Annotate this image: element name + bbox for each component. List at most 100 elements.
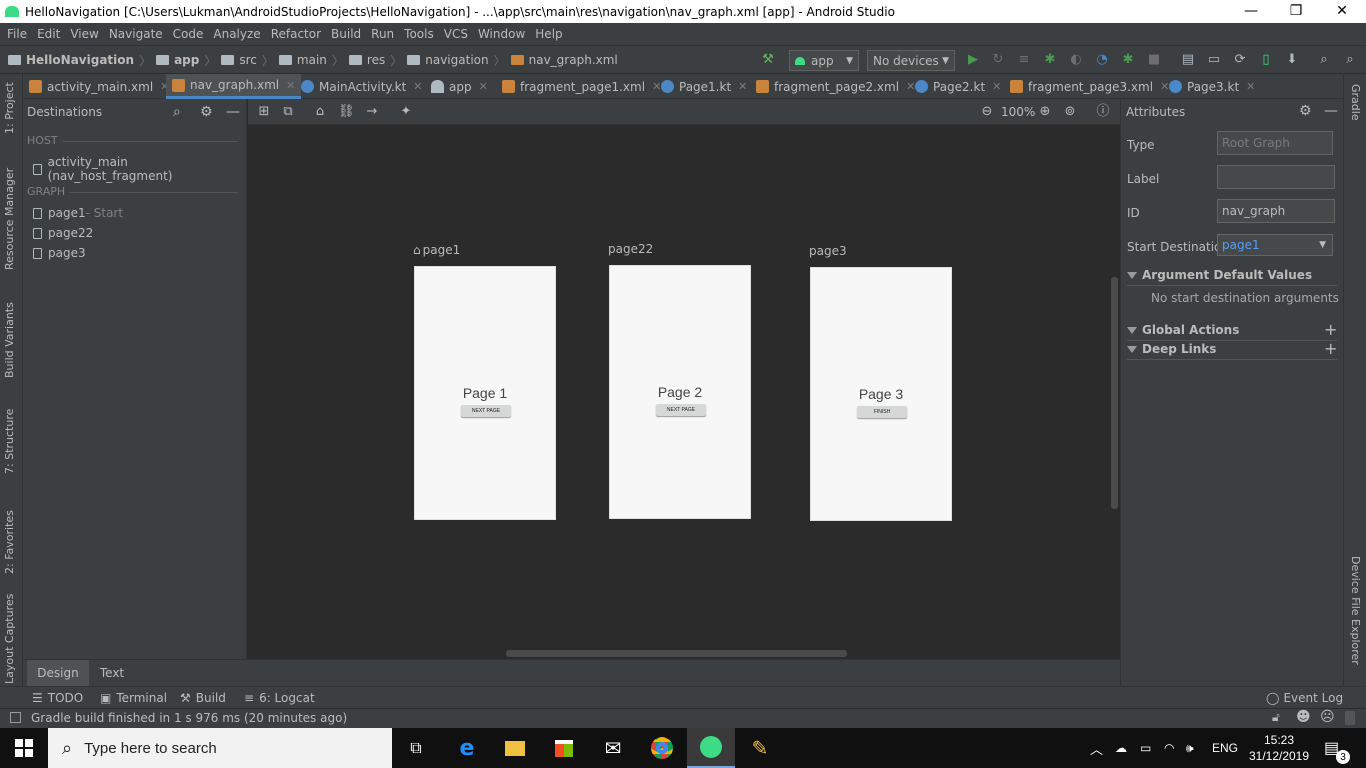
wifi-icon[interactable]: ◠: [1164, 728, 1174, 768]
lock-icon[interactable]: 🔓︎: [1272, 710, 1280, 725]
avd-manager-icon[interactable]: ▯: [1258, 52, 1274, 68]
close-tab-icon[interactable]: ✕: [906, 80, 915, 93]
language-indicator[interactable]: ENG: [1212, 728, 1238, 768]
battery-icon[interactable]: ▭: [1140, 728, 1151, 768]
close-tab-icon[interactable]: ✕: [413, 80, 422, 93]
apply-code-changes-icon[interactable]: ≡: [1016, 52, 1032, 68]
sad-feedback-icon[interactable]: ☹: [1320, 709, 1335, 725]
structure-tool-tab[interactable]: 7: Structure: [3, 409, 16, 474]
android-studio-taskbar-icon[interactable]: [687, 728, 735, 768]
menu-vcs[interactable]: VCS: [439, 23, 473, 45]
menu-file[interactable]: File: [2, 23, 32, 45]
restore-button[interactable]: ❐: [1273, 0, 1319, 23]
menu-analyze[interactable]: Analyze: [208, 23, 265, 45]
tab-fragment-page2-xml[interactable]: fragment_page2.xml ✕: [756, 74, 915, 99]
resource-manager-tool-tab[interactable]: Resource Manager: [3, 168, 16, 270]
new-destination-icon[interactable]: ⊞: [256, 104, 272, 120]
tab-fragment-page1-xml[interactable]: fragment_page1.xml ✕: [502, 74, 661, 99]
gradle-tool-tab[interactable]: Gradle: [1349, 84, 1362, 121]
breadcrumb-app[interactable]: app: [174, 53, 199, 67]
deep-link-icon[interactable]: ⛓: [338, 104, 355, 120]
destination-preview-page22[interactable]: Page 2 NEXT PAGE: [609, 265, 751, 519]
menu-refactor[interactable]: Refactor: [266, 23, 326, 45]
destination-label-page22[interactable]: page22: [608, 242, 653, 256]
toggle-tool-windows-icon[interactable]: [10, 712, 21, 723]
memory-indicator-icon[interactable]: [1345, 711, 1355, 725]
tab-design[interactable]: Design: [27, 660, 89, 686]
close-tab-icon[interactable]: ✕: [286, 79, 295, 92]
make-project-hammer-icon[interactable]: ⚒: [760, 52, 776, 68]
project-structure-icon[interactable]: ▤: [1180, 52, 1196, 68]
menu-help[interactable]: Help: [530, 23, 567, 45]
home-icon[interactable]: ⌂: [312, 104, 328, 120]
notifications-icon[interactable]: ▤: [1324, 728, 1339, 768]
breadcrumb-res[interactable]: res: [367, 53, 385, 67]
close-tab-icon[interactable]: ✕: [1246, 80, 1255, 93]
clock[interactable]: 15:23 31/12/2019: [1246, 728, 1312, 768]
menu-edit[interactable]: Edit: [32, 23, 65, 45]
status-message[interactable]: Gradle build finished in 1 s 976 ms (20 …: [31, 711, 347, 725]
close-tab-icon[interactable]: ✕: [1160, 80, 1169, 93]
tab-text[interactable]: Text: [89, 660, 135, 686]
tab-mainactivity-kt[interactable]: MainActivity.kt ✕: [301, 74, 423, 99]
run-configuration-dropdown[interactable]: app ▼: [789, 50, 859, 71]
gear-icon[interactable]: ⚙: [200, 104, 213, 120]
breadcrumb-src[interactable]: src: [239, 53, 257, 67]
device-file-explorer-tool-tab[interactable]: Device File Explorer: [1349, 556, 1362, 665]
logcat-tool-button[interactable]: ≡ 6: Logcat: [244, 687, 315, 709]
taskbar-search-box[interactable]: ⌕ Type here to search: [48, 728, 392, 768]
destination-label-page1[interactable]: ⌂ page1: [413, 243, 460, 257]
search-everywhere-icon[interactable]: ⌕: [1342, 52, 1358, 68]
network-cloud-icon[interactable]: ☁: [1115, 728, 1127, 768]
argument-default-values-section[interactable]: Argument Default Values: [1127, 268, 1312, 282]
destination-preview-page3[interactable]: Page 3 FINISH: [810, 267, 952, 521]
tab-page3-kt[interactable]: Page3.kt ✕: [1169, 74, 1255, 99]
new-nested-graph-icon[interactable]: ⧉: [280, 104, 296, 120]
menu-tools[interactable]: Tools: [399, 23, 439, 45]
global-actions-section[interactable]: Global Actions: [1127, 323, 1239, 337]
tab-fragment-page3-xml[interactable]: fragment_page3.xml ✕: [1010, 74, 1169, 99]
minimize-button[interactable]: —: [1228, 0, 1274, 23]
layout-inspector-icon[interactable]: ▭: [1206, 52, 1222, 68]
stop-icon[interactable]: ■: [1146, 52, 1162, 68]
destination-item-page22[interactable]: page22: [33, 226, 93, 240]
build-tool-button[interactable]: ⚒ Build: [180, 687, 226, 709]
event-log-button[interactable]: ◯ Event Log: [1266, 687, 1343, 709]
hide-panel-icon[interactable]: —: [226, 104, 240, 120]
destination-preview-page1[interactable]: Page 1 NEXT PAGE: [414, 266, 556, 520]
breadcrumb-project[interactable]: HelloNavigation: [26, 53, 134, 67]
menu-view[interactable]: View: [65, 23, 103, 45]
apply-changes-icon[interactable]: ↻: [990, 52, 1006, 68]
menu-window[interactable]: Window: [473, 23, 530, 45]
hide-panel-icon[interactable]: —: [1324, 103, 1338, 119]
breadcrumb-navigation[interactable]: navigation: [425, 53, 488, 67]
show-hidden-icons[interactable]: ︿: [1090, 728, 1103, 768]
terminal-tool-button[interactable]: ▣ Terminal: [100, 687, 167, 709]
menu-run[interactable]: Run: [366, 23, 399, 45]
file-explorer-icon[interactable]: [491, 728, 539, 768]
breadcrumb-main[interactable]: main: [297, 53, 327, 67]
debug-attach-icon[interactable]: ✱: [1120, 52, 1136, 68]
deep-links-section[interactable]: Deep Links: [1127, 342, 1216, 356]
favorites-tool-tab[interactable]: 2: Favorites: [3, 510, 16, 574]
paint-icon[interactable]: ✎: [736, 728, 784, 768]
menu-code[interactable]: Code: [168, 23, 209, 45]
add-deep-link-icon[interactable]: +: [1324, 339, 1337, 358]
vertical-scrollbar[interactable]: [1111, 277, 1118, 509]
tab-page1-kt[interactable]: Page1.kt ✕: [661, 74, 747, 99]
add-global-action-icon[interactable]: +: [1324, 320, 1337, 339]
attach-debugger-icon[interactable]: ◐: [1068, 52, 1084, 68]
microsoft-store-icon[interactable]: [540, 728, 588, 768]
auto-arrange-icon[interactable]: ✦: [398, 104, 414, 120]
project-tool-tab[interactable]: 1: Project: [3, 82, 16, 134]
close-window-button[interactable]: ✕: [1319, 0, 1365, 23]
tab-app[interactable]: app ✕: [431, 74, 488, 99]
sdk-manager-icon[interactable]: ⬇: [1284, 52, 1300, 68]
id-field[interactable]: nav_graph: [1217, 199, 1335, 223]
tab-page2-kt[interactable]: Page2.kt ✕: [915, 74, 1001, 99]
destination-label-page3[interactable]: page3: [809, 244, 847, 258]
tab-activity-main-xml[interactable]: activity_main.xml ✕: [29, 74, 169, 99]
mail-icon[interactable]: ✉: [589, 728, 637, 768]
warning-icon[interactable]: ⓘ: [1095, 104, 1111, 120]
destination-item-page3[interactable]: page3: [33, 246, 86, 260]
